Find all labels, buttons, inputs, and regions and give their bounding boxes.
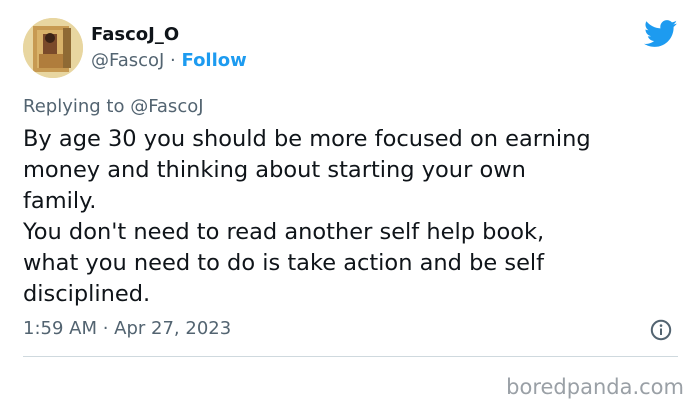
tweet-timestamp[interactable]: 1:59 AM · Apr 27, 2023 xyxy=(23,318,231,340)
avatar[interactable] xyxy=(23,18,83,78)
info-icon[interactable] xyxy=(650,319,672,341)
watermark: boredpanda.com xyxy=(506,375,684,399)
tweet-text-line: disciplined. xyxy=(23,281,151,307)
divider xyxy=(23,356,678,357)
follow-button[interactable]: Follow xyxy=(182,50,247,71)
tweet-text: By age 30 you should be more focused on … xyxy=(23,124,683,310)
tweet-text-line: family. xyxy=(23,188,97,214)
tweet-text-line: what you need to do is take action and b… xyxy=(23,250,545,276)
handle-separator: · xyxy=(164,50,182,71)
author-handle[interactable]: @FascoJ xyxy=(91,50,164,71)
twitter-bird-icon[interactable] xyxy=(644,20,678,48)
author-display-name[interactable]: FascoJ_O xyxy=(91,24,179,46)
avatar-image xyxy=(23,18,83,78)
tweet-text-line: You don't need to read another self help… xyxy=(23,219,545,245)
tweet-text-line: money and thinking about starting your o… xyxy=(23,157,526,183)
replying-to-prefix: Replying to xyxy=(23,96,131,117)
tweet-card: FascoJ_O @FascoJ · Follow Replying to @F… xyxy=(0,0,700,410)
author-handle-row: @FascoJ · Follow xyxy=(91,50,247,72)
replying-to: Replying to @FascoJ xyxy=(23,96,204,118)
tweet-text-line: By age 30 you should be more focused on … xyxy=(23,126,591,152)
replying-to-handle[interactable]: @FascoJ xyxy=(130,96,203,117)
